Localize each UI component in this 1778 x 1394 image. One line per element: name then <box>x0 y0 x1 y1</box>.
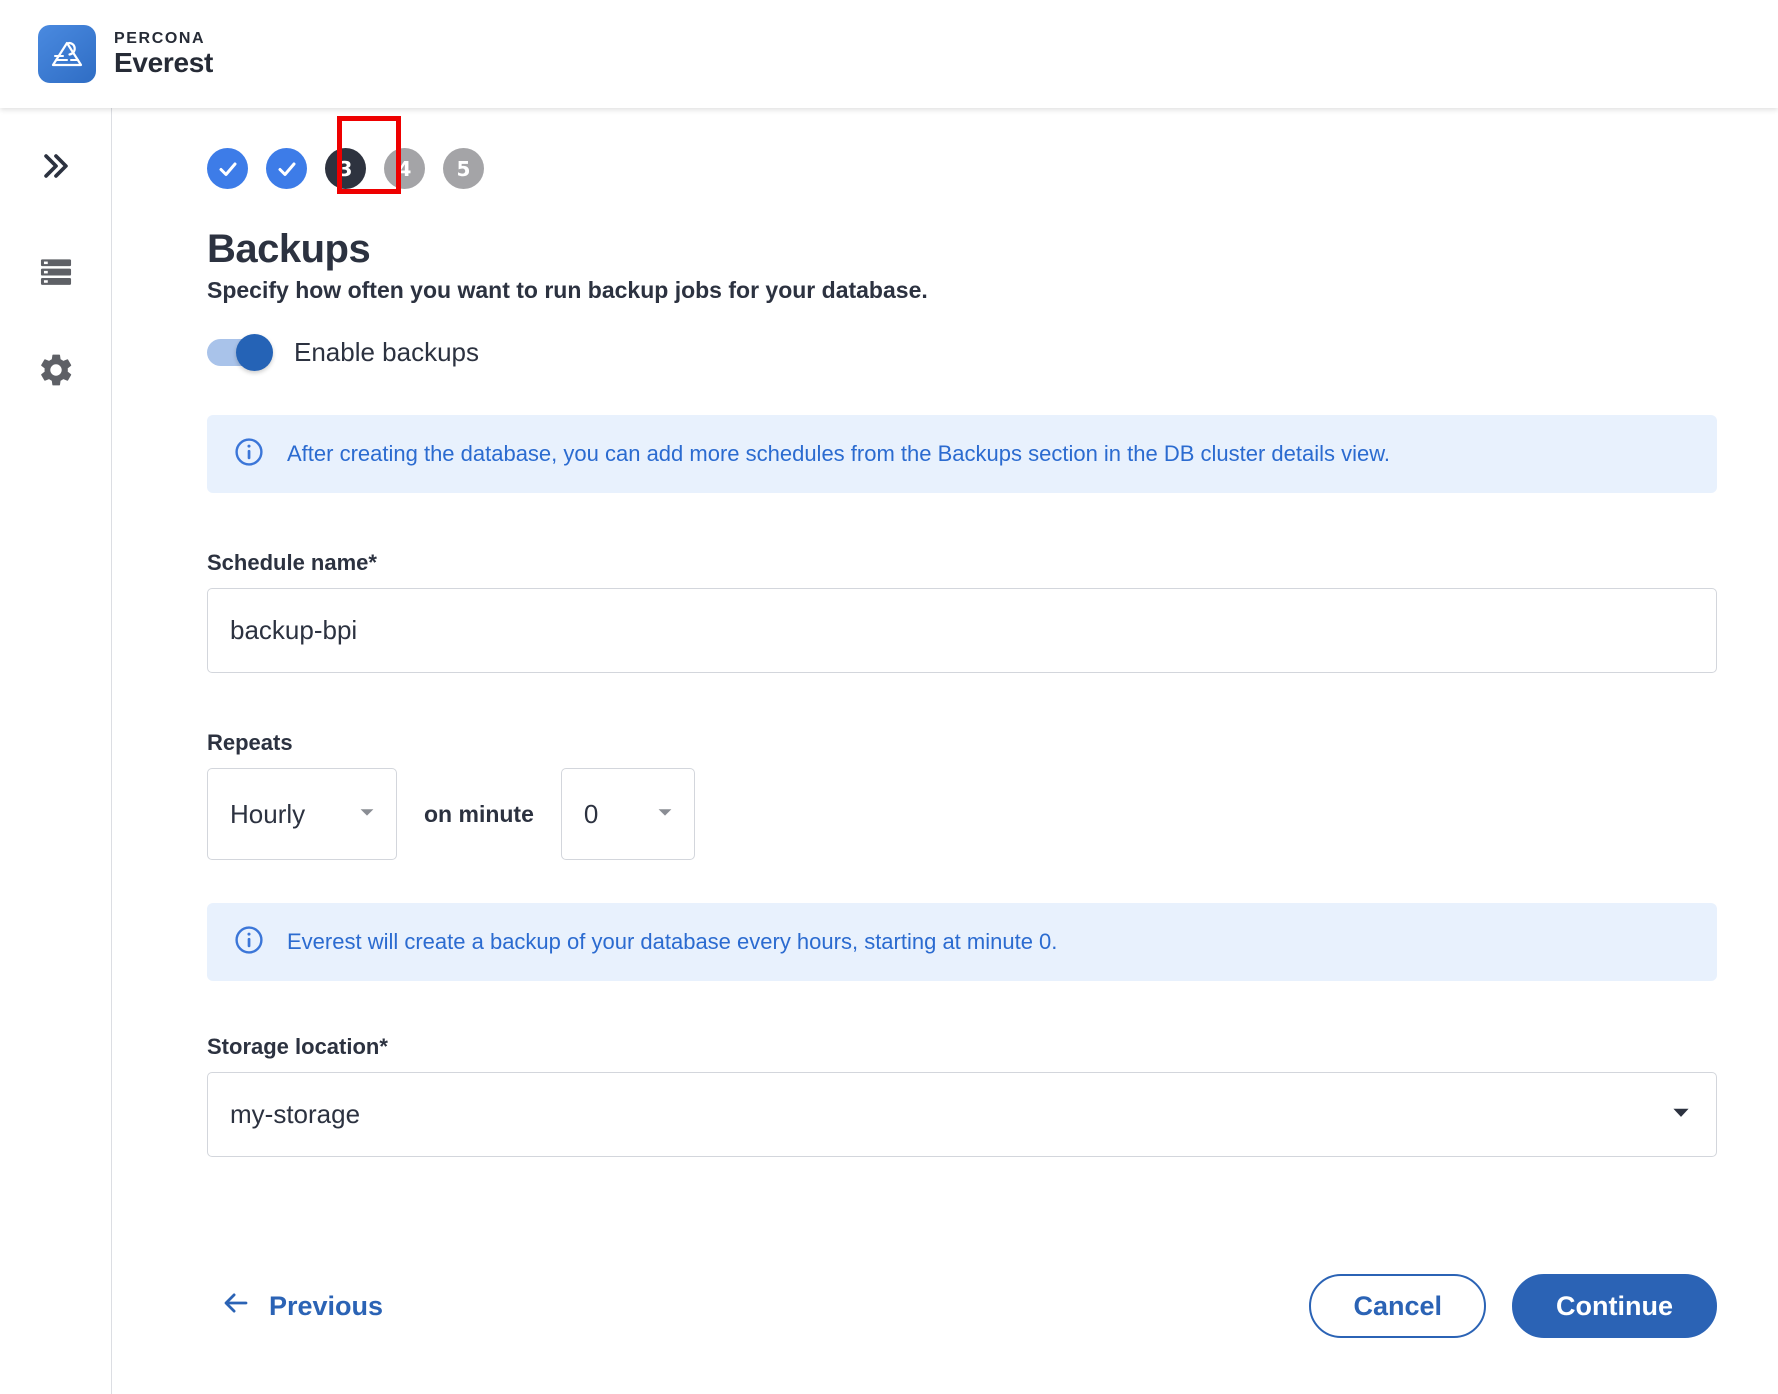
repeat-frequency-value: Hourly <box>230 799 305 830</box>
repeat-minute-value: 0 <box>584 799 598 830</box>
check-icon <box>216 157 240 181</box>
enable-backups-toggle-row[interactable]: Enable backups <box>207 337 479 368</box>
footer-actions: Cancel Continue <box>1309 1274 1717 1338</box>
arrow-left-icon <box>221 1288 251 1325</box>
info-alert-schedules: After creating the database, you can add… <box>207 415 1717 493</box>
repeat-frequency-select[interactable]: Hourly <box>207 768 397 860</box>
stepper-step-2[interactable] <box>266 148 307 189</box>
caret-down-icon <box>654 801 676 828</box>
percona-mountain-logo-icon <box>38 25 96 83</box>
wizard-footer: Previous Cancel Continue <box>207 1274 1717 1338</box>
brand-logo-block[interactable]: PERCONA Everest <box>38 25 213 83</box>
schedule-name-input[interactable]: backup-bpi <box>207 588 1717 673</box>
toggle-knob <box>236 334 273 371</box>
expand-sidebar-button[interactable] <box>24 136 88 200</box>
info-alert-summary-text: Everest will create a backup of your dat… <box>287 928 1057 956</box>
app-header: PERCONA Everest <box>0 0 1778 108</box>
schedule-name-value: backup-bpi <box>230 615 357 646</box>
storage-location-label: Storage location* <box>207 1034 1723 1060</box>
info-circle-icon <box>233 436 265 473</box>
info-alert-schedules-text: After creating the database, you can add… <box>287 440 1390 468</box>
wizard-stepper: 3 4 5 <box>207 148 484 189</box>
main-content: 3 4 5 Backups Specify how often you want… <box>112 108 1778 1394</box>
schedule-name-label: Schedule name* <box>207 550 1723 576</box>
repeat-minute-select[interactable]: 0 <box>561 768 695 860</box>
database-stack-icon <box>37 253 75 296</box>
stepper-step-5[interactable]: 5 <box>443 148 484 189</box>
left-sidebar <box>0 108 112 1394</box>
brand-name-everest: Everest <box>114 49 213 77</box>
stepper-step-3[interactable]: 3 <box>325 148 366 189</box>
sidebar-item-settings[interactable] <box>24 340 88 404</box>
page-subtitle: Specify how often you want to run backup… <box>207 277 1723 304</box>
caret-down-icon <box>1668 1099 1694 1130</box>
sidebar-item-databases[interactable] <box>24 242 88 306</box>
repeats-row: Hourly on minute 0 <box>207 768 1723 860</box>
storage-location-select[interactable]: my-storage <box>207 1072 1717 1157</box>
enable-backups-label: Enable backups <box>294 337 479 368</box>
on-minute-label: on minute <box>424 801 534 828</box>
enable-backups-toggle[interactable] <box>207 339 270 366</box>
stepper-step-1[interactable] <box>207 148 248 189</box>
info-circle-icon <box>233 924 265 961</box>
check-icon <box>275 157 299 181</box>
previous-button-label: Previous <box>269 1291 383 1322</box>
continue-button[interactable]: Continue <box>1512 1274 1717 1338</box>
gear-icon <box>37 351 75 394</box>
brand-name-percona: PERCONA <box>114 31 213 47</box>
previous-button[interactable]: Previous <box>207 1278 397 1335</box>
repeats-label: Repeats <box>207 730 1723 756</box>
double-chevron-right-icon <box>39 149 73 188</box>
caret-down-icon <box>356 801 378 828</box>
stepper-step-4[interactable]: 4 <box>384 148 425 189</box>
storage-location-value: my-storage <box>230 1099 360 1130</box>
cancel-button[interactable]: Cancel <box>1309 1274 1486 1338</box>
info-alert-summary: Everest will create a backup of your dat… <box>207 903 1717 981</box>
page-title: Backups <box>207 227 1723 272</box>
